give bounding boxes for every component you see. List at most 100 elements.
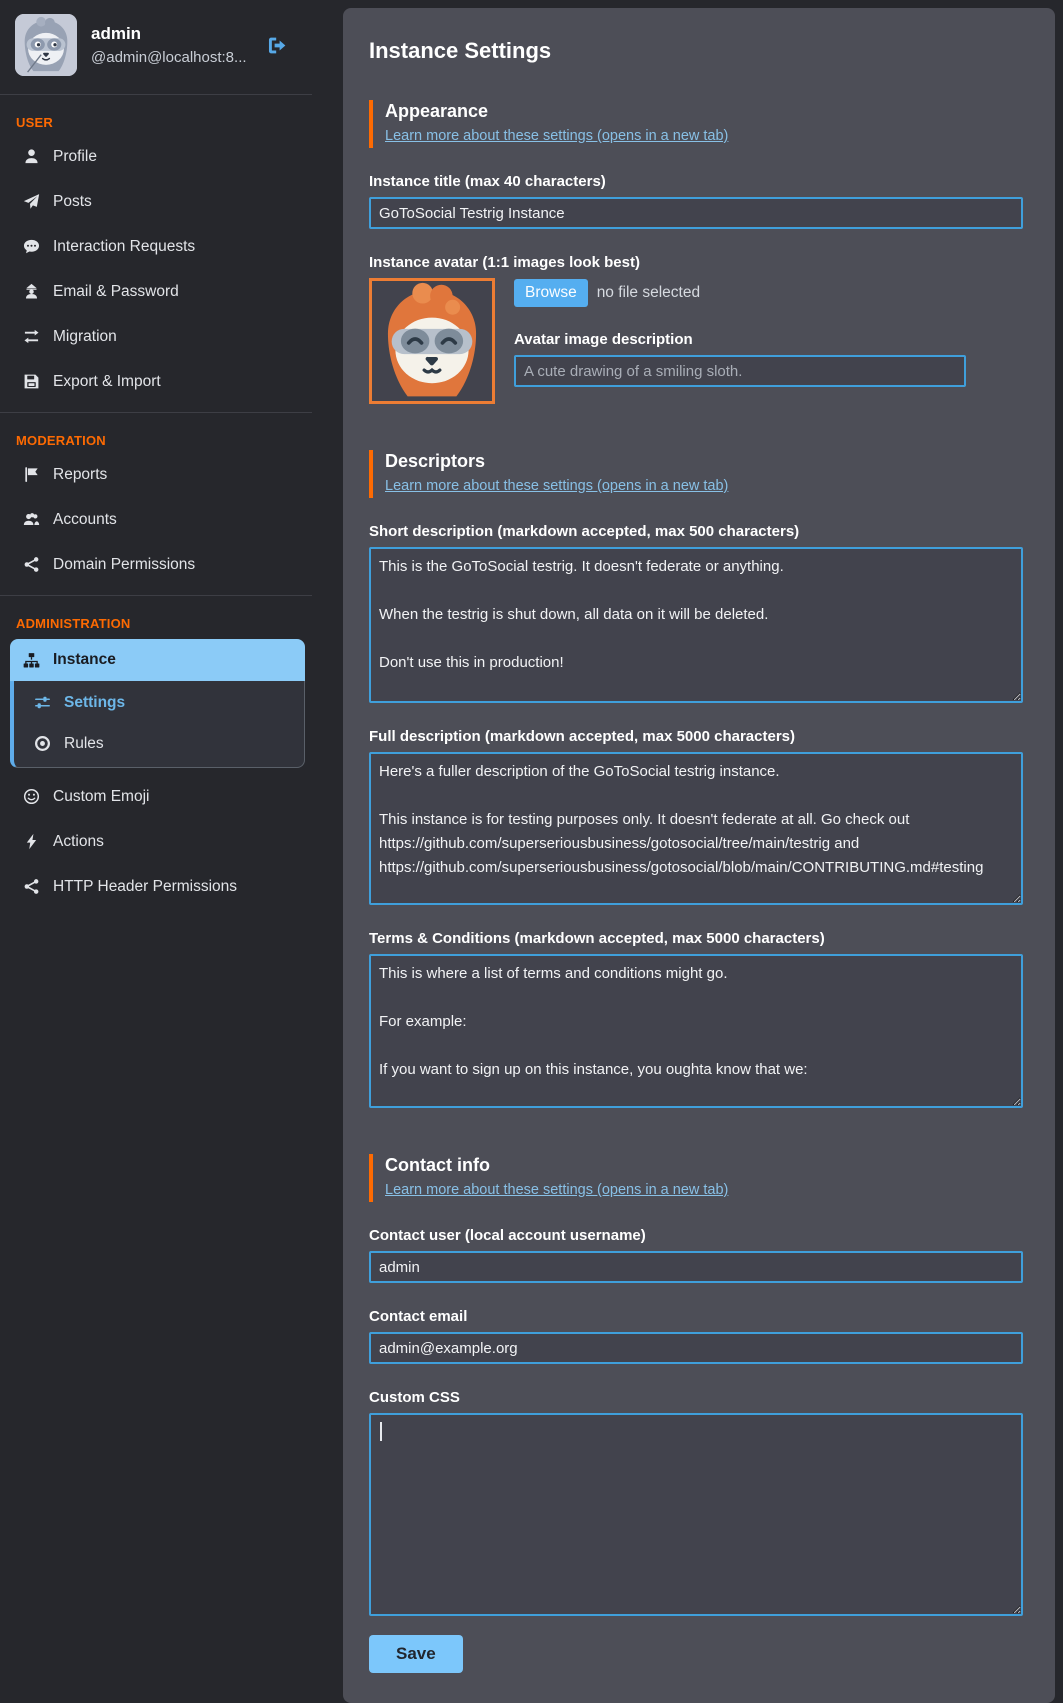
settings-panel: Instance Settings Appearance Learn more … <box>343 8 1055 1703</box>
section-contact-info: Contact info Learn more about these sett… <box>369 1154 1023 1202</box>
share-nodes-icon <box>23 878 40 895</box>
sidebar-item-http-header-permissions[interactable]: HTTP Header Permissions <box>0 864 312 909</box>
contact-email-input[interactable] <box>369 1332 1023 1364</box>
field-short-description: Short description (markdown accepted, ma… <box>369 523 1023 703</box>
divider <box>0 94 312 95</box>
sloth-avatar-orange <box>372 281 492 401</box>
field-terms: Terms & Conditions (markdown accepted, m… <box>369 930 1023 1108</box>
sidebar: admin @admin@localhost:8... USER Profile <box>0 0 312 909</box>
sidebar-item-label: Reports <box>53 466 107 484</box>
field-label: Custom CSS <box>369 1389 1023 1406</box>
user-handle: @admin@localhost:8... <box>91 49 253 66</box>
sidebar-item-label: Custom Emoji <box>53 788 149 806</box>
sidebar-item-profile[interactable]: Profile <box>0 134 312 179</box>
avatar-description-input[interactable] <box>514 355 966 387</box>
file-status-text: no file selected <box>597 284 700 302</box>
smile-icon <box>23 788 40 805</box>
sidebar-item-posts[interactable]: Posts <box>0 179 312 224</box>
share-nodes-icon <box>23 556 40 573</box>
sidebar-item-label: Profile <box>53 148 97 166</box>
sitemap-icon <box>23 652 40 669</box>
field-contact-email: Contact email <box>369 1308 1023 1364</box>
comment-dots-icon <box>23 238 40 255</box>
sidebar-item-accounts[interactable]: Accounts <box>0 497 312 542</box>
section-header-administration: ADMINISTRATION <box>0 604 312 635</box>
sidebar-item-label: Interaction Requests <box>53 238 195 256</box>
sidebar-item-migration[interactable]: Migration <box>0 314 312 359</box>
field-label: Terms & Conditions (markdown accepted, m… <box>369 930 1023 947</box>
sidebar-item-export-import[interactable]: Export & Import <box>0 359 312 404</box>
sidebar-item-label: Instance <box>53 651 116 669</box>
paper-plane-icon <box>23 193 40 210</box>
field-contact-user: Contact user (local account username) <box>369 1227 1023 1283</box>
sloth-avatar-gray <box>15 14 77 76</box>
sidebar-item-domain-permissions[interactable]: Domain Permissions <box>0 542 312 587</box>
save-button[interactable]: Save <box>369 1635 463 1673</box>
sidebar-item-instance[interactable]: Instance <box>10 639 305 681</box>
page-title: Instance Settings <box>369 38 1023 64</box>
section-appearance: Appearance Learn more about these settin… <box>369 100 1023 148</box>
field-label: Instance avatar (1:1 images look best) <box>369 254 1023 271</box>
contact-user-input[interactable] <box>369 1251 1023 1283</box>
floppy-disk-icon <box>23 373 40 390</box>
field-label: Short description (markdown accepted, ma… <box>369 523 1023 540</box>
instance-avatar-preview <box>369 278 495 404</box>
field-label: Instance title (max 40 characters) <box>369 173 1023 190</box>
instance-submenu: Settings Rules <box>10 681 305 768</box>
divider <box>0 412 312 413</box>
flag-icon <box>23 466 40 483</box>
sliders-icon <box>34 694 51 711</box>
sidebar-item-label: Domain Permissions <box>53 556 195 574</box>
text-caret <box>380 1422 382 1441</box>
circle-dot-icon <box>34 735 51 752</box>
users-icon <box>23 511 40 528</box>
sidebar-item-reports[interactable]: Reports <box>0 452 312 497</box>
sidebar-item-label: Accounts <box>53 511 117 529</box>
field-instance-avatar: Instance avatar (1:1 images look best) <box>369 254 1023 404</box>
logout-icon[interactable] <box>267 35 288 56</box>
instance-menu-block: Instance Settings Rules <box>10 639 305 768</box>
sidebar-item-email-password[interactable]: Email & Password <box>0 269 312 314</box>
terms-textarea[interactable]: This is where a list of terms and condit… <box>369 954 1023 1108</box>
sidebar-item-interaction-requests[interactable]: Interaction Requests <box>0 224 312 269</box>
browse-button[interactable]: Browse <box>514 279 588 307</box>
sidebar-item-label: Migration <box>53 328 117 346</box>
sidebar-section-user: USER Profile Posts Interaction Requests <box>0 103 312 404</box>
sidebar-item-settings[interactable]: Settings <box>14 682 304 723</box>
instance-title-input[interactable] <box>369 197 1023 229</box>
user-secret-icon <box>23 283 40 300</box>
field-label: Full description (markdown accepted, max… <box>369 728 1023 745</box>
sidebar-item-label: Settings <box>64 694 125 712</box>
field-custom-css: Custom CSS <box>369 1389 1023 1616</box>
field-label: Contact email <box>369 1308 1023 1325</box>
exchange-arrows-icon <box>23 328 40 345</box>
section-descriptors: Descriptors Learn more about these setti… <box>369 450 1023 498</box>
sidebar-item-label: Actions <box>53 833 104 851</box>
sidebar-item-actions[interactable]: Actions <box>0 819 312 864</box>
section-title: Contact info <box>385 1155 1023 1176</box>
user-card[interactable]: admin @admin@localhost:8... <box>8 8 306 86</box>
section-title: Appearance <box>385 101 1023 122</box>
learn-more-link[interactable]: Learn more about these settings (opens i… <box>385 128 728 144</box>
field-label: Contact user (local account username) <box>369 1227 1023 1244</box>
user-avatar <box>15 14 77 76</box>
field-instance-title: Instance title (max 40 characters) <box>369 173 1023 229</box>
sidebar-item-label: Email & Password <box>53 283 179 301</box>
short-description-textarea[interactable]: This is the GoToSocial testrig. It doesn… <box>369 547 1023 703</box>
sidebar-item-label: HTTP Header Permissions <box>53 878 237 896</box>
learn-more-link[interactable]: Learn more about these settings (opens i… <box>385 478 728 494</box>
field-full-description: Full description (markdown accepted, max… <box>369 728 1023 905</box>
sidebar-item-rules[interactable]: Rules <box>14 723 304 764</box>
custom-css-textarea[interactable] <box>369 1413 1023 1616</box>
sidebar-section-administration: ADMINISTRATION Instance Settings <box>0 604 312 909</box>
section-header-moderation: MODERATION <box>0 421 312 452</box>
sidebar-item-label: Rules <box>64 735 104 753</box>
user-name: admin <box>91 24 253 44</box>
app-root: admin @admin@localhost:8... USER Profile <box>0 0 1063 1682</box>
sidebar-item-custom-emoji[interactable]: Custom Emoji <box>0 774 312 819</box>
section-title: Descriptors <box>385 451 1023 472</box>
user-icon <box>23 148 40 165</box>
full-description-textarea[interactable]: Here's a fuller description of the GoToS… <box>369 752 1023 905</box>
avatar-description-label: Avatar image description <box>514 331 966 348</box>
learn-more-link[interactable]: Learn more about these settings (opens i… <box>385 1182 728 1198</box>
